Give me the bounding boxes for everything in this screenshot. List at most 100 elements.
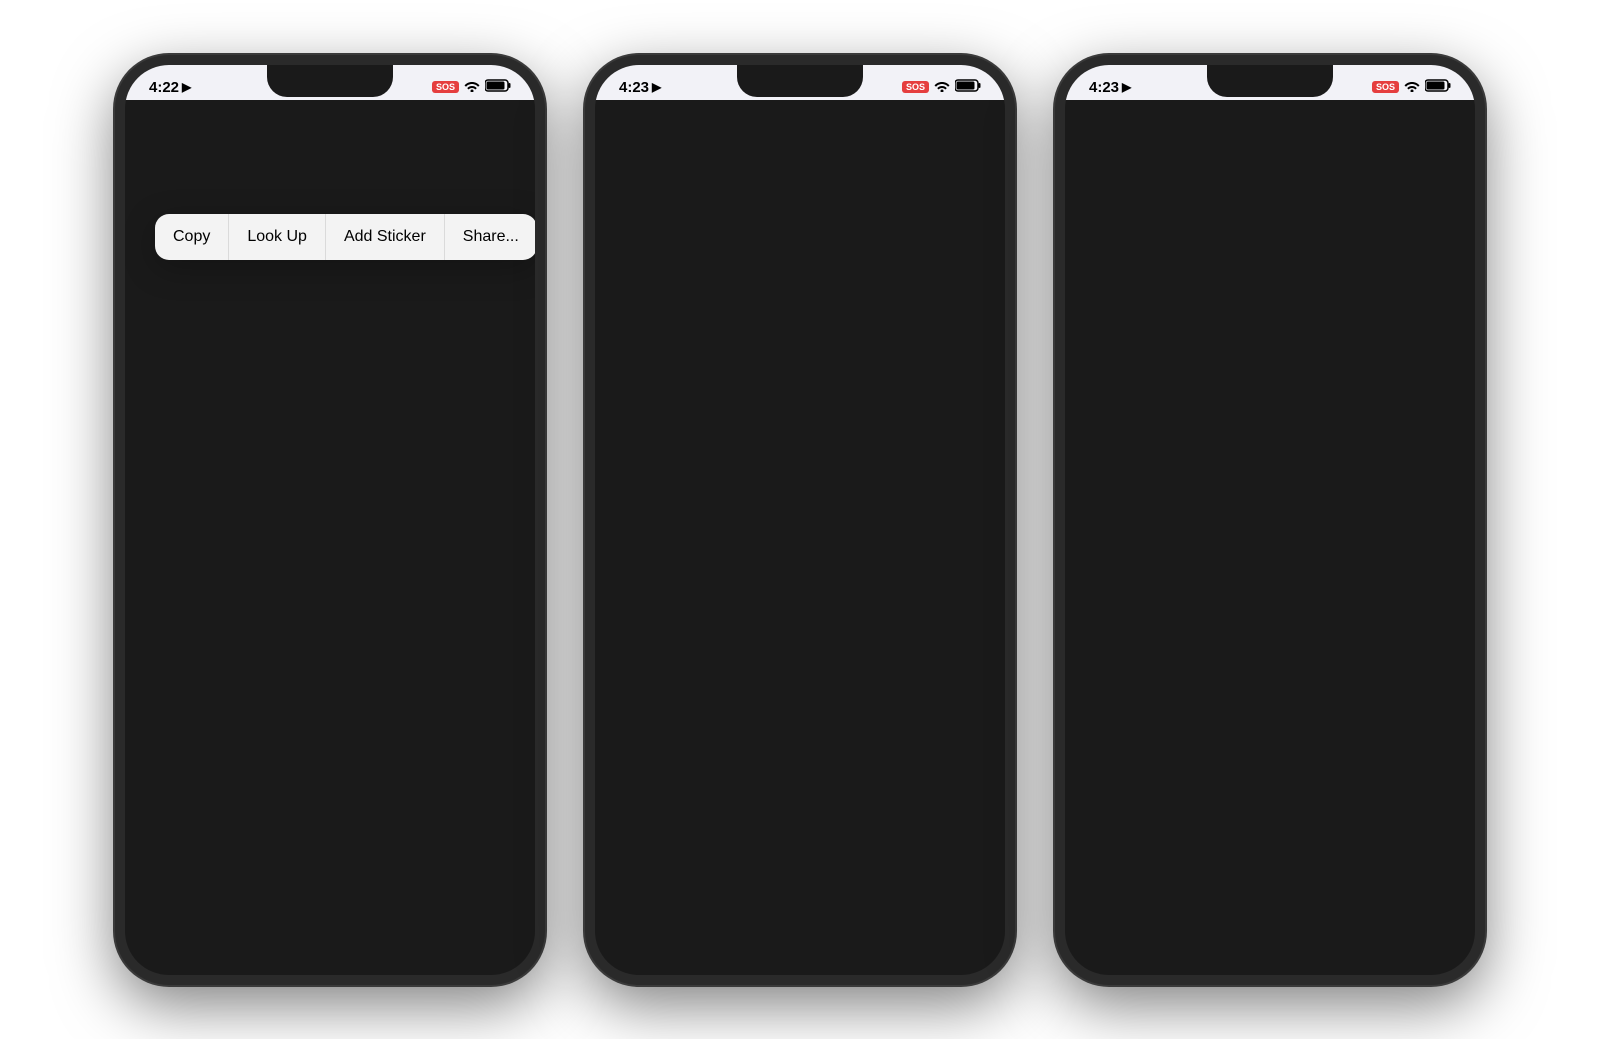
thumb-3[interactable] — [239, 702, 291, 754]
nav-actions-3: Edit ··· — [1390, 106, 1459, 134]
bottom-toolbar-1 — [125, 762, 535, 827]
style-thumb-outline-2 — [694, 722, 754, 782]
back-button-2[interactable] — [611, 111, 621, 128]
copy-menu-item[interactable]: Copy — [155, 214, 229, 260]
home-bar-1 — [270, 838, 390, 843]
sticker-styles-2: Original Outline Comic — [611, 722, 989, 798]
thumb-6[interactable] — [404, 702, 456, 754]
status-left-2: 4:23 ▶ — [619, 79, 661, 96]
more-button-3[interactable]: ··· — [1431, 106, 1459, 134]
style-puffy-3[interactable]: Puffy — [1312, 722, 1380, 798]
style-comic-2[interactable]: Comic — [766, 722, 834, 798]
style-original-2[interactable]: Original — [614, 722, 682, 798]
status-right-3: SOS — [1372, 79, 1451, 95]
more-icon-3: ··· — [1437, 111, 1453, 129]
edit-button-1[interactable]: Edit — [450, 110, 479, 130]
style-shiny-3[interactable]: Shiny — [1388, 722, 1456, 798]
context-menu-1: Copy Look Up Add Sticker Share... — [155, 214, 535, 260]
style-original-3[interactable]: Original — [1084, 722, 1152, 798]
home-indicator-1 — [125, 827, 535, 855]
style-label-original-2: Original — [629, 786, 667, 798]
location-icon-2: ▶ — [652, 80, 661, 94]
nav-bar-3: Today 10:39 AM Edit ··· — [1065, 100, 1475, 144]
style-label-original-3: Original — [1099, 786, 1137, 798]
nav-subtitle-2: 10:39 AM — [745, 122, 796, 136]
done-button-3[interactable]: Done — [1390, 541, 1460, 570]
style-outline-3[interactable]: Outline — [1160, 722, 1228, 798]
sos-badge-1: SOS — [432, 81, 459, 93]
done-button-2[interactable]: Done — [920, 541, 990, 570]
live-chevron-2: ▾ — [667, 152, 673, 165]
thumb-8[interactable] — [514, 702, 535, 754]
share-button-1[interactable] — [169, 771, 213, 815]
location-icon-1: ▶ — [182, 80, 191, 94]
sticker-panel-3: Done — [1065, 514, 1475, 947]
style-thumb-original-2 — [618, 722, 678, 782]
home-indicator-3 — [1065, 947, 1475, 975]
sos-badge-3: SOS — [1372, 81, 1399, 93]
share-menu-item[interactable]: Share... — [445, 214, 535, 260]
battery-icon-2 — [955, 79, 981, 95]
edit-button-3[interactable]: Edit — [1390, 110, 1419, 130]
style-thumb-shiny-2 — [922, 722, 982, 782]
done-row-2: Done — [611, 541, 989, 570]
battery-icon-3 — [1425, 79, 1451, 95]
thumb-2[interactable] — [184, 702, 236, 754]
home-bar-2 — [740, 958, 860, 963]
thumb-4[interactable] — [294, 702, 346, 754]
style-outline-2[interactable]: Outline — [690, 722, 758, 798]
window-detail-3 — [1375, 184, 1455, 264]
live-dot-2 — [611, 150, 629, 168]
photo-area-1: Copy Look Up Add Sticker Share... — [125, 174, 535, 694]
live-label-3: LIVE — [1103, 151, 1133, 167]
window-detail-2 — [905, 184, 985, 264]
style-puffy-2[interactable]: Puffy — [842, 722, 910, 798]
style-thumb-comic-2 — [770, 722, 830, 782]
phone-screen-1: 4:22 ▶ SOS Today 10:39 AM — [125, 65, 535, 975]
edit-button-2[interactable]: Edit — [920, 110, 949, 130]
panel-handle-3 — [1252, 526, 1288, 531]
phone-screen-2: 4:23 ▶ SOS Today 10:39 AM — [595, 65, 1005, 975]
style-shiny-2[interactable]: Shiny — [918, 722, 986, 798]
sos-badge-2: SOS — [902, 81, 929, 93]
cat-svg-2 — [690, 284, 910, 514]
add-sticker-menu-item[interactable]: Add Sticker — [326, 214, 445, 260]
more-button-1[interactable]: ··· — [491, 106, 519, 134]
live-badge-2[interactable]: LIVE ▾ — [611, 150, 673, 168]
lookup-menu-item[interactable]: Look Up — [229, 214, 326, 260]
back-button-1[interactable] — [141, 111, 151, 128]
style-label-shiny-2: Shiny — [938, 786, 966, 798]
time-3: 4:23 — [1089, 79, 1119, 96]
time-2: 4:23 — [619, 79, 649, 96]
more-button-2[interactable]: ··· — [961, 106, 989, 134]
style-label-outline-2: Outline — [705, 786, 743, 798]
notch-1 — [267, 65, 393, 97]
nav-bar-1: Today 10:39 AM Edit ··· — [125, 100, 535, 144]
thumb-1[interactable] — [129, 702, 181, 754]
trash-button-1[interactable] — [447, 771, 491, 815]
thumb-7[interactable] — [459, 702, 511, 754]
live-badge-3[interactable]: LIVE ▾ — [1081, 150, 1143, 168]
sticker-preview-2 — [740, 580, 860, 710]
back-button-3[interactable] — [1081, 111, 1091, 128]
style-thumb-comic-3 — [1240, 722, 1300, 782]
status-right-1: SOS — [432, 79, 511, 95]
battery-icon-1 — [485, 79, 511, 95]
live-dot-1 — [141, 150, 159, 168]
style-label-puffy-2: Puffy — [864, 786, 889, 798]
style-comic-3[interactable]: Comic — [1236, 722, 1304, 798]
thumb-5[interactable] — [349, 702, 401, 754]
phone-3: 4:23 ▶ SOS Today 10:39 AM — [1055, 55, 1485, 985]
heart-button-1[interactable] — [262, 771, 306, 815]
style-label-comic-2: Comic — [784, 786, 815, 798]
pet-button-1[interactable] — [354, 771, 398, 815]
notch-2 — [737, 65, 863, 97]
sticker-cat-2 — [745, 580, 855, 710]
live-badge-1[interactable]: LIVE ▾ — [141, 150, 203, 168]
photo-area-2 — [595, 174, 1005, 514]
live-bar-3: LIVE ▾ — [1065, 144, 1475, 174]
status-left-1: 4:22 ▶ — [149, 79, 191, 96]
live-bar-1: LIVE ▾ — [125, 144, 535, 174]
live-label-2: LIVE — [633, 151, 663, 167]
nav-title-main-3: Today — [1215, 104, 1266, 122]
